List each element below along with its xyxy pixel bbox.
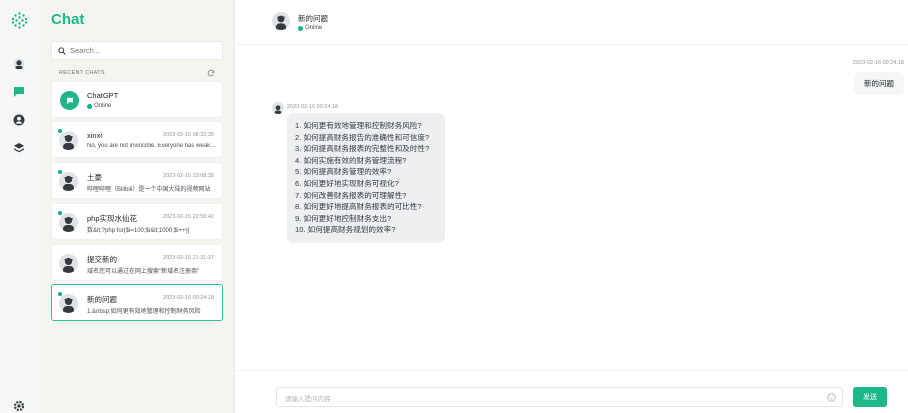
flag-icon: [66, 97, 73, 104]
chat-item-preview: 数&lt;?php for($i=100;$i&lt;1000;$i++){: [87, 228, 190, 234]
chat-item-preview: No, you are not invincible. Everyone has…: [87, 143, 217, 149]
message-line: 3. 如何提高财务报表的完整性和及时性?: [295, 144, 430, 154]
chat-item-active[interactable]: 新的问题 2023-02-16 00:24:18 1.&nbsp;如何更有效地管…: [51, 284, 223, 321]
send-button[interactable]: 发送: [853, 387, 887, 407]
chat-bubble-icon: [14, 87, 24, 97]
refresh-icon[interactable]: [207, 69, 215, 77]
chatgpt-avatar: [60, 91, 79, 110]
status-text: Online: [305, 25, 323, 31]
online-dot-icon: [58, 211, 62, 215]
chat-item[interactable]: 土豪 2023-02-15 23:08:35 哔哩哔哩（Bilibili）是一个…: [51, 162, 223, 199]
chat-item-name: php实现水仙花: [87, 214, 138, 223]
chat-item-chatgpt[interactable]: ChatGPT Online: [51, 81, 223, 118]
chat-item-preview: 1.&nbsp;如何更有效地管理和控制财务风险: [87, 309, 201, 315]
bot-message: 1. 如何更有效地管理和控制财务风险? 2. 如何提高财务报告的准确性和可信度?…: [287, 113, 445, 243]
chat-sidebar: Chat RECENT CHATS ChatGPT Online xinxi 2…: [39, 0, 235, 413]
chat-item-time: 2023-02-16 00:24:18: [162, 295, 214, 301]
chat-item-time: 2023-02-15 22:59:42: [162, 214, 214, 220]
avatar[interactable]: [272, 12, 290, 30]
message-time: 2023-02-16 00:24:18: [852, 60, 904, 66]
online-dot-icon: [58, 292, 62, 296]
message-line: 7. 如何改善财务报表的可理解性?: [295, 190, 407, 200]
user-avatar-icon: [274, 105, 282, 114]
chat-item-name: 提交新的: [87, 255, 117, 264]
composer: 发送: [236, 370, 908, 413]
avatar: [59, 254, 78, 273]
avatar: [59, 213, 78, 232]
message-line: 10. 如何提高财务规划的效率?: [295, 225, 396, 235]
conversation-status: Online: [298, 25, 322, 31]
message-line: 5. 如何提高财务管理的效率?: [295, 167, 392, 177]
sidebar-title: Chat: [51, 11, 85, 28]
user-avatar-icon: [63, 134, 74, 150]
chat-item-time: 2023-02-15 23:08:35: [162, 173, 214, 179]
avatar: [59, 172, 78, 191]
chat-item-preview: 域名您可以通过在网上搜索"新域名注册商": [87, 269, 200, 275]
message-input-box[interactable]: [276, 387, 843, 409]
chats-button[interactable]: [11, 84, 27, 100]
profile-icon: [13, 58, 25, 70]
user-message: 新的问题: [854, 72, 904, 95]
recent-chats-label: RECENT CHATS: [59, 70, 105, 76]
avatar: [59, 294, 78, 313]
chat-item[interactable]: 提交新的 2023-02-15 21:31:37 域名您可以通过在网上搜索"新域…: [51, 244, 223, 281]
layers-icon: [14, 143, 24, 153]
search-box[interactable]: [51, 41, 223, 60]
online-dot-icon: [87, 103, 92, 109]
settings-button[interactable]: [11, 398, 27, 413]
message-line: 6. 如何更好地实现财务可视化?: [295, 178, 399, 188]
online-dot-icon: [58, 129, 62, 133]
profile-button[interactable]: [11, 56, 27, 72]
message-line: 4. 如何实施有效的财务管理流程?: [295, 155, 407, 165]
message-time: 2023-02-16 00:24:18: [287, 104, 339, 110]
conversation-title: 新的问题: [298, 14, 328, 23]
user-circle-icon: [13, 114, 25, 126]
chat-item-name: 新的问题: [87, 295, 117, 304]
message-input[interactable]: [277, 390, 817, 409]
conversation-header: 新的问题 Online: [236, 0, 908, 45]
online-dot-icon: [58, 170, 62, 174]
chat-item-preview: 哔哩哔哩（Bilibili）是一个中国大陆的视频网站: [87, 187, 211, 193]
layers-button[interactable]: [11, 140, 27, 156]
user-avatar-icon: [63, 216, 74, 232]
avatar: [59, 131, 78, 150]
chat-item-name: ChatGPT: [87, 91, 119, 100]
status-text: Online: [94, 103, 112, 109]
chat-item-time: 2023-02-15 08:32:35: [162, 132, 214, 138]
contacts-button[interactable]: [11, 112, 27, 128]
bot-avatar: [272, 102, 284, 114]
chat-item[interactable]: php实现水仙花 2023-02-15 22:59:42 数&lt;?php f…: [51, 203, 223, 240]
user-avatar-icon: [63, 175, 74, 191]
search-input[interactable]: [70, 46, 210, 55]
nav-rail: [0, 0, 38, 413]
user-avatar-icon: [63, 257, 74, 273]
message-line: 1. 如何更有效地管理和控制财务风险?: [295, 121, 422, 130]
chat-item-time: 2023-02-15 21:31:37: [162, 255, 214, 261]
message-line: 9. 如何更好地控制财务支出?: [295, 213, 392, 223]
chat-item-name: xinxi: [87, 131, 103, 140]
user-avatar-icon: [275, 15, 287, 30]
chat-item-status: Online: [87, 103, 111, 109]
gear-icon: [13, 400, 25, 412]
online-dot-icon: [298, 25, 303, 31]
dots-logo-icon[interactable]: [11, 12, 28, 29]
user-avatar-icon: [63, 297, 74, 313]
chat-item-name: 土豪: [87, 173, 102, 182]
emoji-icon[interactable]: [827, 393, 836, 402]
conversation-pane: 新的问题 Online 2023-02-16 00:24:18 新的问题 202…: [236, 0, 908, 413]
message-line: 8. 如何更好地提高财务报表的可比性?: [295, 202, 422, 212]
search-icon: [58, 46, 66, 55]
message-line: 2. 如何提高财务报告的准确性和可信度?: [295, 132, 430, 142]
chat-item[interactable]: xinxi 2023-02-15 08:32:35 No, you are no…: [51, 121, 223, 158]
